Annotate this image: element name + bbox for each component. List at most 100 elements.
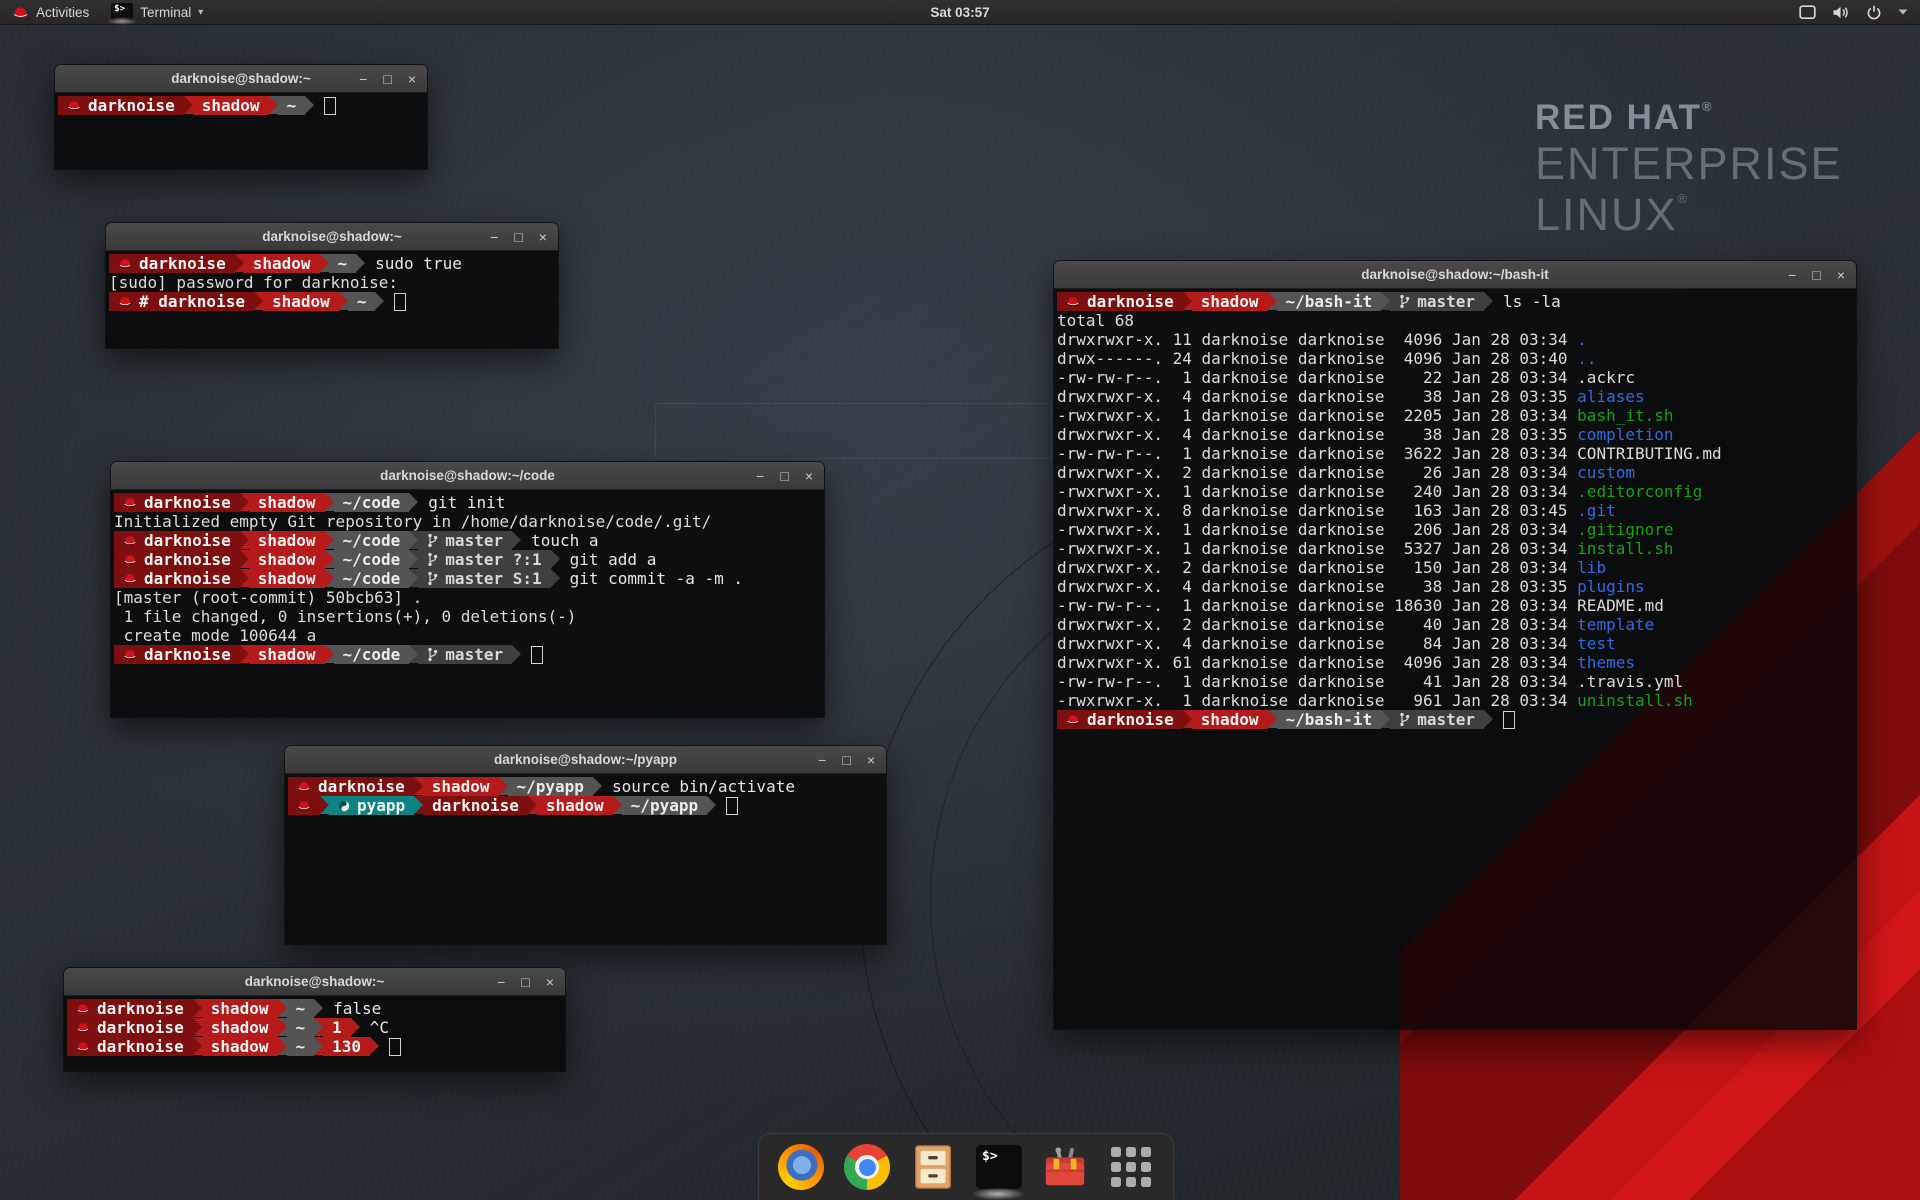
- close-button[interactable]: ×: [539, 230, 547, 244]
- prompt-segment-path: ~: [287, 1018, 315, 1037]
- clock[interactable]: Sat 03:57: [930, 5, 989, 20]
- segment-text: darknoise: [1087, 710, 1174, 729]
- prompt-line: darknoiseshadow~/bash-itmasterls -la: [1057, 292, 1856, 311]
- terminal-content[interactable]: darknoiseshadow~: [55, 93, 427, 169]
- powerline-separator: [356, 254, 365, 272]
- maximize-button[interactable]: □: [514, 230, 522, 244]
- segment-text: ~: [357, 292, 367, 311]
- file-name: custom: [1577, 463, 1635, 482]
- prompt-segment-user: darknoise: [288, 777, 414, 796]
- close-button[interactable]: ×: [408, 72, 416, 86]
- dock-item-firefox[interactable]: [777, 1143, 825, 1191]
- file-name: .editorconfig: [1577, 482, 1702, 501]
- minimize-button[interactable]: −: [490, 230, 498, 244]
- command-text: git init: [418, 493, 505, 512]
- close-button[interactable]: ×: [1837, 268, 1845, 282]
- prompt-segment-user: [288, 796, 320, 815]
- maximize-button[interactable]: □: [383, 72, 391, 86]
- terminal-content[interactable]: darknoiseshadow~falsedarknoiseshadow~1^C…: [64, 996, 565, 1071]
- file-name: CONTRIBUTING.md: [1577, 444, 1722, 463]
- window-title: darknoise@shadow:~: [171, 71, 311, 86]
- redhat-icon: [118, 296, 132, 307]
- file-list-row: -rwxrwxr-x. 1 darknoise darknoise 240 Ja…: [1057, 482, 1856, 501]
- dock-item-app-grid[interactable]: [1107, 1143, 1155, 1191]
- minimize-button[interactable]: −: [756, 469, 764, 483]
- terminal-cursor: [394, 293, 406, 311]
- powerline-separator: [1381, 292, 1390, 310]
- segment-text: darknoise: [144, 569, 231, 588]
- file-name: install.sh: [1577, 539, 1673, 558]
- maximize-button[interactable]: □: [521, 975, 529, 989]
- logo-enterprise-text: ENTERPRISE: [1535, 141, 1843, 186]
- file-list-row: drwxrwxr-x. 4 darknoise darknoise 38 Jan…: [1057, 387, 1856, 406]
- file-list-row: -rwxrwxr-x. 1 darknoise darknoise 5327 J…: [1057, 539, 1856, 558]
- dock-item-toolbox[interactable]: [1041, 1143, 1089, 1191]
- git-branch-icon: [427, 533, 438, 548]
- segment-text: master ?:1: [445, 550, 541, 569]
- powerline-separator: [325, 493, 334, 511]
- prompt-segment-host: shadow: [1192, 292, 1268, 311]
- prompt-segment-user: darknoise: [114, 531, 240, 550]
- display-icon[interactable]: [1799, 5, 1816, 20]
- prompt-segment-git: master: [418, 531, 512, 550]
- redhat-icon: [76, 1041, 90, 1052]
- prompt-segment-git: master: [418, 645, 512, 664]
- maximize-button[interactable]: □: [780, 469, 788, 483]
- segment-text: pyapp: [357, 796, 405, 815]
- power-icon[interactable]: [1866, 5, 1882, 20]
- maximize-button[interactable]: □: [1812, 268, 1820, 282]
- titlebar[interactable]: darknoise@shadow:~/code − □ ×: [111, 462, 824, 490]
- file-attributes: drwxrwxr-x. 8 darknoise darknoise 163 Ja…: [1057, 501, 1577, 520]
- maximize-button[interactable]: □: [842, 753, 850, 767]
- file-attributes: -rw-rw-r--. 1 darknoise darknoise 3622 J…: [1057, 444, 1577, 463]
- app-menu-terminal[interactable]: $> Terminal ▾: [101, 0, 213, 24]
- prompt-segment-exit: 1: [323, 1018, 351, 1037]
- powerline-separator: [254, 292, 263, 310]
- powerline-separator: [325, 550, 334, 568]
- rhel-wallpaper-logo: RED HAT® ENTERPRISE LINUX®: [1535, 100, 1843, 237]
- chevron-down-icon[interactable]: [1898, 9, 1908, 15]
- terminal-content[interactable]: darknoiseshadow~sudo true[sudo] password…: [106, 251, 558, 348]
- segment-text: darknoise: [144, 531, 231, 550]
- close-button[interactable]: ×: [867, 753, 875, 767]
- terminal-window-bash-it: darknoise@shadow:~/bash-it − □ × darknoi…: [1053, 260, 1857, 1030]
- activities-button[interactable]: Activities: [0, 0, 101, 24]
- terminal-content[interactable]: darknoiseshadow~/codegit initInitialized…: [111, 490, 824, 717]
- minimize-button[interactable]: −: [1788, 268, 1796, 282]
- minimize-button[interactable]: −: [818, 753, 826, 767]
- file-list-row: -rwxrwxr-x. 1 darknoise darknoise 2205 J…: [1057, 406, 1856, 425]
- prompt-segment-path: ~/code: [334, 531, 410, 550]
- minimize-button[interactable]: −: [359, 72, 367, 86]
- prompt-segment-path: ~: [329, 254, 357, 273]
- titlebar[interactable]: darknoise@shadow:~/bash-it − □ ×: [1054, 261, 1856, 289]
- prompt-segment-host: shadow: [1192, 710, 1268, 729]
- segment-text: ~/code: [343, 645, 401, 664]
- titlebar[interactable]: darknoise@shadow:~ − □ ×: [106, 223, 558, 251]
- terminal-content[interactable]: darknoiseshadow~/pyappsource bin/activat…: [285, 774, 886, 944]
- segment-text: ~/code: [343, 569, 401, 588]
- minimize-button[interactable]: −: [497, 975, 505, 989]
- terminal-content[interactable]: darknoiseshadow~/bash-itmasterls -latota…: [1054, 289, 1856, 1029]
- close-button[interactable]: ×: [805, 469, 813, 483]
- powerline-separator: [325, 531, 334, 549]
- dock-item-terminal[interactable]: $>: [975, 1143, 1023, 1191]
- segment-text: darknoise: [432, 796, 519, 815]
- prompt-segment-host: shadow: [202, 1018, 278, 1037]
- titlebar[interactable]: darknoise@shadow:~ − □ ×: [64, 968, 565, 996]
- file-name: test: [1577, 634, 1616, 653]
- redhat-icon: [76, 1003, 90, 1014]
- volume-icon[interactable]: [1832, 5, 1850, 20]
- prompt-segment-path: ~/pyapp: [508, 777, 593, 796]
- prompt-segment-user: darknoise: [67, 1037, 193, 1056]
- dock-item-files[interactable]: [909, 1143, 957, 1191]
- dock-item-chrome[interactable]: [843, 1143, 891, 1191]
- titlebar[interactable]: darknoise@shadow:~/pyapp − □ ×: [285, 746, 886, 774]
- titlebar[interactable]: darknoise@shadow:~ − □ ×: [55, 65, 427, 93]
- powerline-separator: [240, 531, 249, 549]
- terminal-window-home-small: darknoise@shadow:~ − □ × darknoiseshadow…: [54, 64, 428, 170]
- prompt-segment-git: master: [1390, 710, 1484, 729]
- segment-text: shadow: [258, 493, 316, 512]
- prompt-segment-path: ~/pyapp: [622, 796, 707, 815]
- close-button[interactable]: ×: [546, 975, 554, 989]
- segment-text: ~: [296, 1018, 306, 1037]
